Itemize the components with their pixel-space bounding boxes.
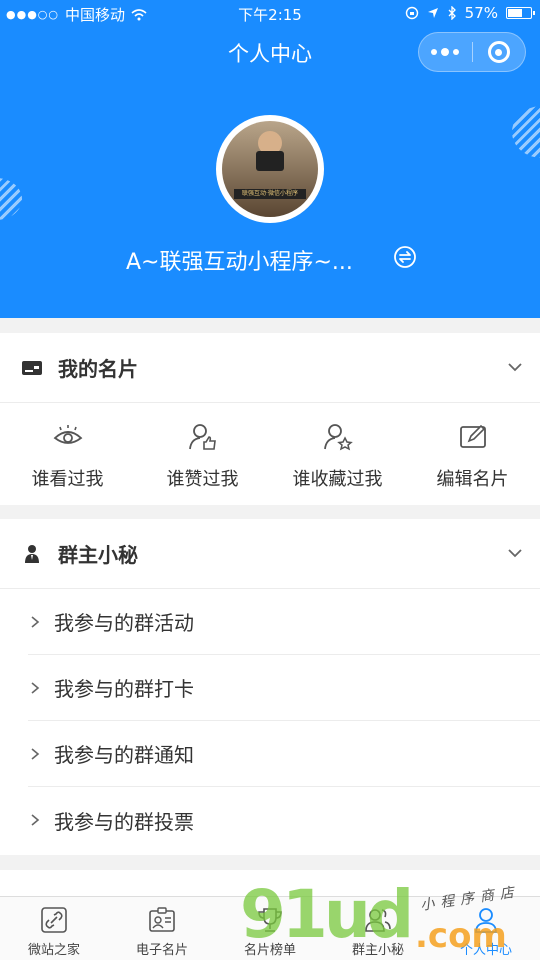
more-button[interactable]: [419, 48, 472, 56]
group-assistant-title: 群主小秘: [58, 543, 138, 567]
tab-label: 群主小秘: [351, 943, 404, 958]
list-item-label: 我参与的群活动: [54, 611, 194, 635]
tab-group-assistant[interactable]: 群主小秘: [324, 897, 432, 960]
more-dot-icon: [453, 49, 460, 55]
avatar[interactable]: 联强互动·微信小程序: [216, 115, 324, 223]
more-dot-icon: [441, 48, 450, 56]
battery-percent: 57%: [464, 4, 498, 22]
who-liked-me-button[interactable]: 谁赞过我: [135, 403, 270, 503]
group-assistant-header[interactable]: 群主小秘: [0, 519, 540, 589]
who-viewed-me-button[interactable]: 谁看过我: [0, 403, 135, 503]
tab-personal-center[interactable]: 个人中心: [432, 897, 540, 960]
action-label: 谁收藏过我: [292, 469, 383, 490]
edit-icon: [459, 424, 486, 448]
tab-micro-site[interactable]: 微站之家: [0, 897, 108, 960]
list-item[interactable]: 我参与的群活动: [28, 589, 540, 655]
my-card-header[interactable]: 我的名片: [0, 333, 540, 403]
profile-header: ●●●○○ 中国移动 下午2:15 57% 个人中心 联强互动·微信小程序 A~…: [0, 0, 540, 318]
edit-card-button[interactable]: 编辑名片: [405, 403, 540, 503]
profile-name: A~联强互动小程序~...: [126, 250, 353, 275]
card-icon: [22, 360, 42, 375]
list-item-label: 我参与的群通知: [54, 743, 194, 767]
avatar-photo: 联强互动·微信小程序: [222, 121, 318, 217]
trophy-icon: [258, 908, 282, 932]
chevron-right-icon: [31, 747, 40, 760]
chevron-down-icon: [508, 363, 522, 372]
my-card-section: 我的名片 谁看过我 谁赞过我 谁收藏过我 编辑名片: [0, 333, 540, 505]
user-star-icon: [323, 424, 353, 451]
group-assistant-section: 群主小秘 我参与的群活动 我参与的群打卡 我参与的群通知 我参与的群投票: [0, 519, 540, 855]
tab-bar: 微站之家 电子名片 名片榜单 群主小秘 个人中心: [0, 896, 540, 960]
close-mini-program-button[interactable]: [473, 41, 526, 63]
tab-label: 微站之家: [27, 943, 80, 958]
bluetooth-icon: [448, 6, 456, 20]
battery-icon: [506, 7, 535, 19]
decoration-circle-right: [512, 106, 540, 158]
group-icon: [365, 909, 391, 932]
group-owner-icon: [25, 544, 39, 563]
switch-account-icon[interactable]: [392, 244, 418, 270]
action-label: 谁赞过我: [166, 469, 239, 490]
action-label: 谁看过我: [31, 469, 104, 490]
tab-label: 电子名片: [135, 943, 188, 958]
id-card-icon: [149, 907, 175, 932]
action-label: 编辑名片: [436, 469, 509, 490]
list-item[interactable]: 我参与的群通知: [28, 721, 540, 787]
close-ring-icon: [487, 41, 510, 63]
mini-program-capsule: [418, 32, 526, 72]
more-dot-icon: [431, 49, 438, 55]
eye-icon: [53, 425, 82, 444]
decoration-circle-left: [0, 178, 22, 220]
status-bar: ●●●○○ 中国移动 下午2:15 57%: [0, 0, 540, 28]
rotation-lock-icon: [405, 6, 418, 20]
location-icon: [427, 8, 438, 18]
avatar-badge: 联强互动·微信小程序: [234, 189, 306, 199]
my-card-actions: 谁看过我 谁赞过我 谁收藏过我 编辑名片: [0, 403, 540, 503]
list-item-label: 我参与的群投票: [54, 809, 194, 834]
tab-e-card[interactable]: 电子名片: [108, 897, 216, 960]
tab-label: 名片榜单: [243, 943, 296, 958]
tab-label: 个人中心: [459, 943, 512, 958]
link-icon: [41, 907, 67, 933]
chevron-right-icon: [31, 615, 40, 628]
list-item[interactable]: 我参与的群投票: [28, 787, 540, 853]
my-card-title: 我的名片: [58, 357, 138, 381]
list-item-label: 我参与的群打卡: [54, 677, 194, 701]
who-favorited-me-button[interactable]: 谁收藏过我: [270, 403, 405, 503]
user-thumbs-up-icon: [188, 424, 216, 450]
person-icon: [475, 908, 497, 933]
camera-icon: [256, 151, 284, 171]
tab-card-ranking[interactable]: 名片榜单: [216, 897, 324, 960]
chevron-down-icon: [508, 549, 522, 558]
list-item[interactable]: 我参与的群打卡: [28, 655, 540, 721]
chevron-right-icon: [31, 814, 40, 826]
chevron-right-icon: [31, 681, 40, 694]
